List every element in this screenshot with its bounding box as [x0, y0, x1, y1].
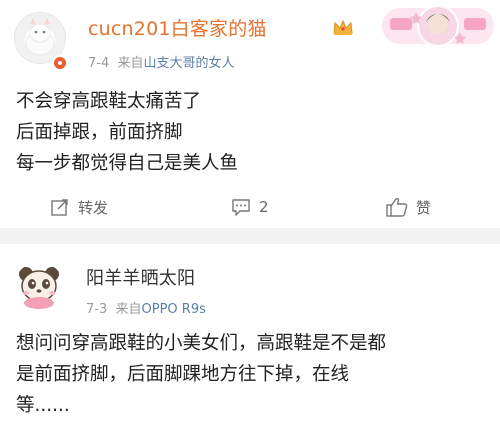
like-button[interactable]: 赞 [386, 192, 431, 222]
source-prefix: 来自 [117, 56, 144, 71]
comment-icon [232, 199, 250, 216]
weibo-post-1: cucn201白客家的猫 7-4 来自山支大哥的女人 不会穿高跟鞋太痛苦了 后面… [0, 0, 500, 228]
repost-label: 转发 [78, 198, 109, 217]
post-content: 不会穿高跟鞋太痛苦了 后面掉跟，前面挤脚 每一步都觉得自己是美人鱼 [16, 86, 238, 179]
source-link[interactable]: 山支大哥的女人 [144, 56, 235, 71]
post-separator [0, 228, 500, 244]
repost-button[interactable]: 转发 [50, 192, 108, 222]
decoration-banner [382, 5, 494, 47]
content-line: 是前面挤脚，后面脚踝地方往下掉，在线 [16, 364, 350, 385]
crown-icon [333, 19, 353, 35]
content-line: 每一步都觉得自己是美人鱼 [16, 153, 239, 174]
source-link[interactable]: OPPO R9s [142, 302, 206, 317]
post-content: 想问问穿高跟鞋的小美女们，高跟鞋是不是都 是前面挤脚，后面脚踝地方往下掉，在线 … [16, 328, 486, 421]
content-line: 后面掉跟，前面挤脚 [16, 122, 183, 143]
post-date: 7-3 [86, 302, 108, 317]
action-bar: 转发 2 赞 [0, 192, 500, 222]
like-label: 赞 [416, 198, 432, 217]
username[interactable]: 阳羊羊晒太阳 [86, 264, 195, 290]
source-prefix: 来自 [115, 302, 142, 317]
comment-count: 2 [259, 198, 269, 216]
like-icon [386, 197, 408, 217]
vip-badge [52, 55, 68, 71]
content-line: 等...... [16, 395, 70, 416]
content-line: 不会穿高跟鞋太痛苦了 [16, 91, 202, 112]
username[interactable]: cucn201白客家的猫 [88, 14, 267, 41]
post-date: 7-4 [88, 56, 110, 71]
repost-icon [51, 199, 68, 216]
comment-button[interactable]: 2 [231, 192, 269, 222]
user-avatar[interactable] [14, 262, 64, 312]
post-meta: 7-4 来自山支大哥的女人 [88, 52, 235, 71]
post-meta: 7-3 来自OPPO R9s [86, 298, 206, 317]
content-line: 想问问穿高跟鞋的小美女们，高跟鞋是不是都 [16, 333, 387, 354]
